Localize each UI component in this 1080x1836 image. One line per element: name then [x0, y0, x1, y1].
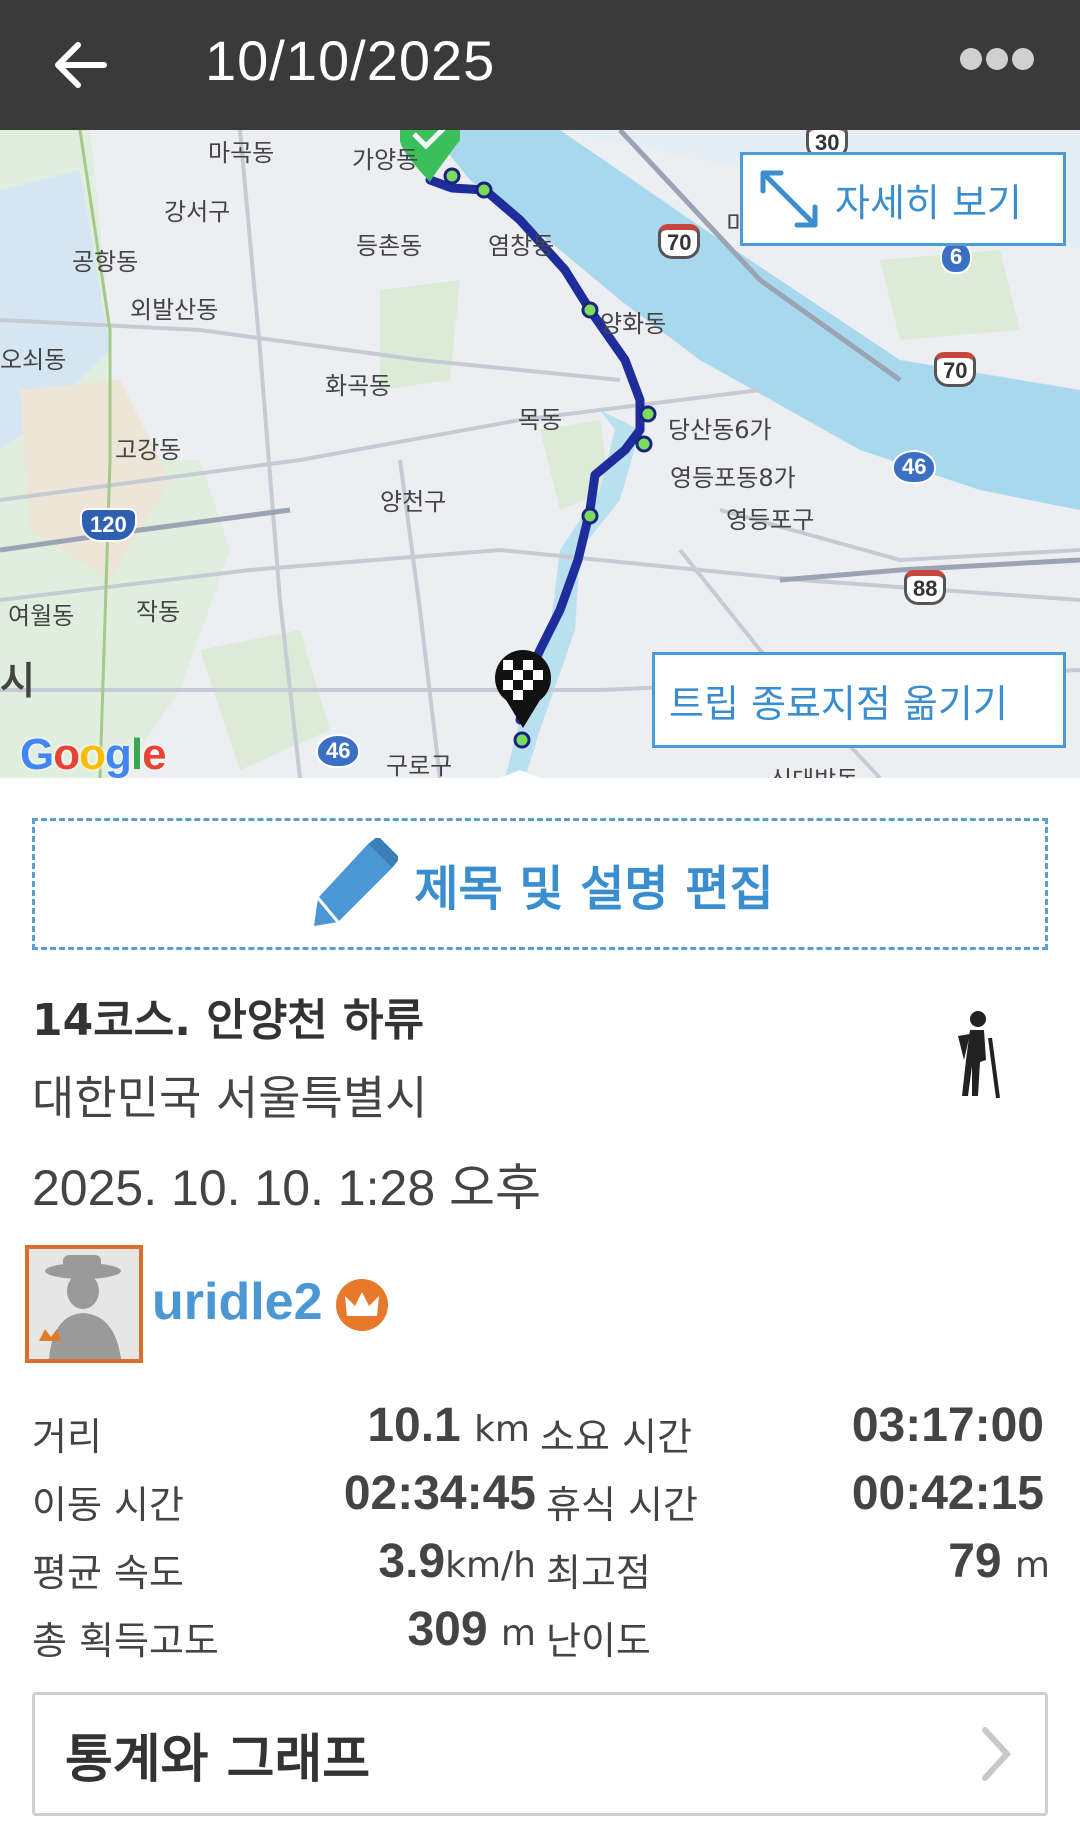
distance-value: 10.1 km — [367, 1399, 530, 1452]
route-map[interactable]: 마곡동 가양동 강서구 등촌동 염창동 공항동 외발산동 양화동 오쇠동 화곡동… — [0, 130, 1080, 778]
map-label: 마곡동 — [208, 139, 275, 167]
highest-point-value: 79 m — [948, 1535, 1050, 1588]
trip-title: 14코스. 안양천 하류 — [32, 995, 424, 1046]
move-end-point-label: 트립 종료지점 옮기기 — [669, 681, 1008, 726]
stats-graphs-button[interactable]: 통계와 그래프 — [32, 1692, 1048, 1816]
map-label: 영등포동8가 — [670, 464, 796, 492]
highest-point-label: 최고점 — [546, 1551, 651, 1595]
crown-badge-icon — [336, 1279, 388, 1331]
elevation-gain-value: 309 m — [407, 1603, 536, 1656]
pencil-icon — [314, 838, 399, 926]
username[interactable]: uridle2 — [152, 1272, 323, 1332]
duration-value: 03:17:00 — [851, 1399, 1044, 1452]
page-title: 10/10/2025 — [205, 29, 496, 92]
move-end-point-button[interactable]: 트립 종료지점 옮기기 — [652, 652, 1066, 748]
map-label: 화곡동 — [325, 372, 392, 400]
map-label: 당산동6가 — [668, 416, 772, 444]
map-label: 가양동 — [352, 146, 419, 174]
rest-time-value: 00:42:15 — [851, 1467, 1044, 1520]
duration-label: 소요 시간 — [540, 1415, 692, 1459]
moving-time-value: 02:34:45 — [343, 1467, 536, 1520]
map-label: 구로구 — [386, 752, 453, 778]
map-label: 신대방동 — [770, 760, 858, 778]
map-label: 작동 — [136, 598, 181, 626]
route-shield: 70 — [934, 352, 977, 387]
edit-label: 제목 및 설명 편집 — [414, 861, 774, 917]
map-label: 양화동 — [600, 310, 667, 338]
stats-graphs-label: 통계와 그래프 — [65, 1729, 371, 1790]
map-label: 고강동 — [115, 436, 182, 464]
map-label: 여월동 — [8, 602, 75, 630]
avatar[interactable] — [25, 1245, 143, 1363]
map-label: 염창동 — [488, 232, 555, 260]
map-label: 영등포구 — [726, 506, 815, 534]
map-label: 공항동 — [72, 248, 139, 276]
route-shield: 70 — [658, 224, 701, 259]
map-label: 등촌동 — [356, 232, 423, 260]
rest-time-label: 휴식 시간 — [546, 1483, 698, 1527]
back-arrow-icon[interactable] — [48, 33, 112, 97]
chevron-right-icon — [982, 1727, 1012, 1781]
top-bar: 10/10/2025 — [0, 0, 1080, 130]
expand-icon — [760, 170, 818, 228]
more-options-icon[interactable] — [960, 48, 1040, 76]
elevation-gain-label: 총 획득고도 — [32, 1619, 219, 1663]
distance-label: 거리 — [32, 1415, 102, 1459]
avg-speed-value: 3.9km/h — [378, 1535, 536, 1588]
moving-time-label: 이동 시간 — [32, 1483, 184, 1527]
google-logo: Google — [20, 730, 167, 778]
map-label: 시 — [0, 659, 35, 703]
hiking-icon — [958, 1011, 1000, 1099]
avg-speed-label: 평균 속도 — [32, 1551, 184, 1595]
trip-datetime: 2025. 10. 10. 1:28 오후 — [32, 1160, 542, 1216]
trip-location: 대한민국 서울특별시 — [32, 1071, 428, 1125]
user-silhouette-icon — [29, 1249, 139, 1359]
edit-title-description-button[interactable]: 제목 및 설명 편집 — [32, 818, 1048, 950]
difficulty-label: 난이도 — [546, 1619, 651, 1663]
map-label: 오쇠동 — [0, 346, 67, 374]
map-label: 양천구 — [380, 488, 447, 516]
view-detail-button[interactable]: 자세히 보기 — [740, 152, 1066, 246]
route-shield: 46 — [316, 734, 361, 768]
route-shield: 46 — [892, 450, 937, 484]
view-detail-label: 자세히 보기 — [835, 180, 1022, 225]
route-shield: 88 — [904, 570, 947, 605]
map-label: 목동 — [518, 406, 563, 434]
map-label: 강서구 — [164, 198, 231, 226]
map-label: 외발산동 — [130, 296, 219, 324]
route-shield: 120 — [80, 508, 137, 542]
